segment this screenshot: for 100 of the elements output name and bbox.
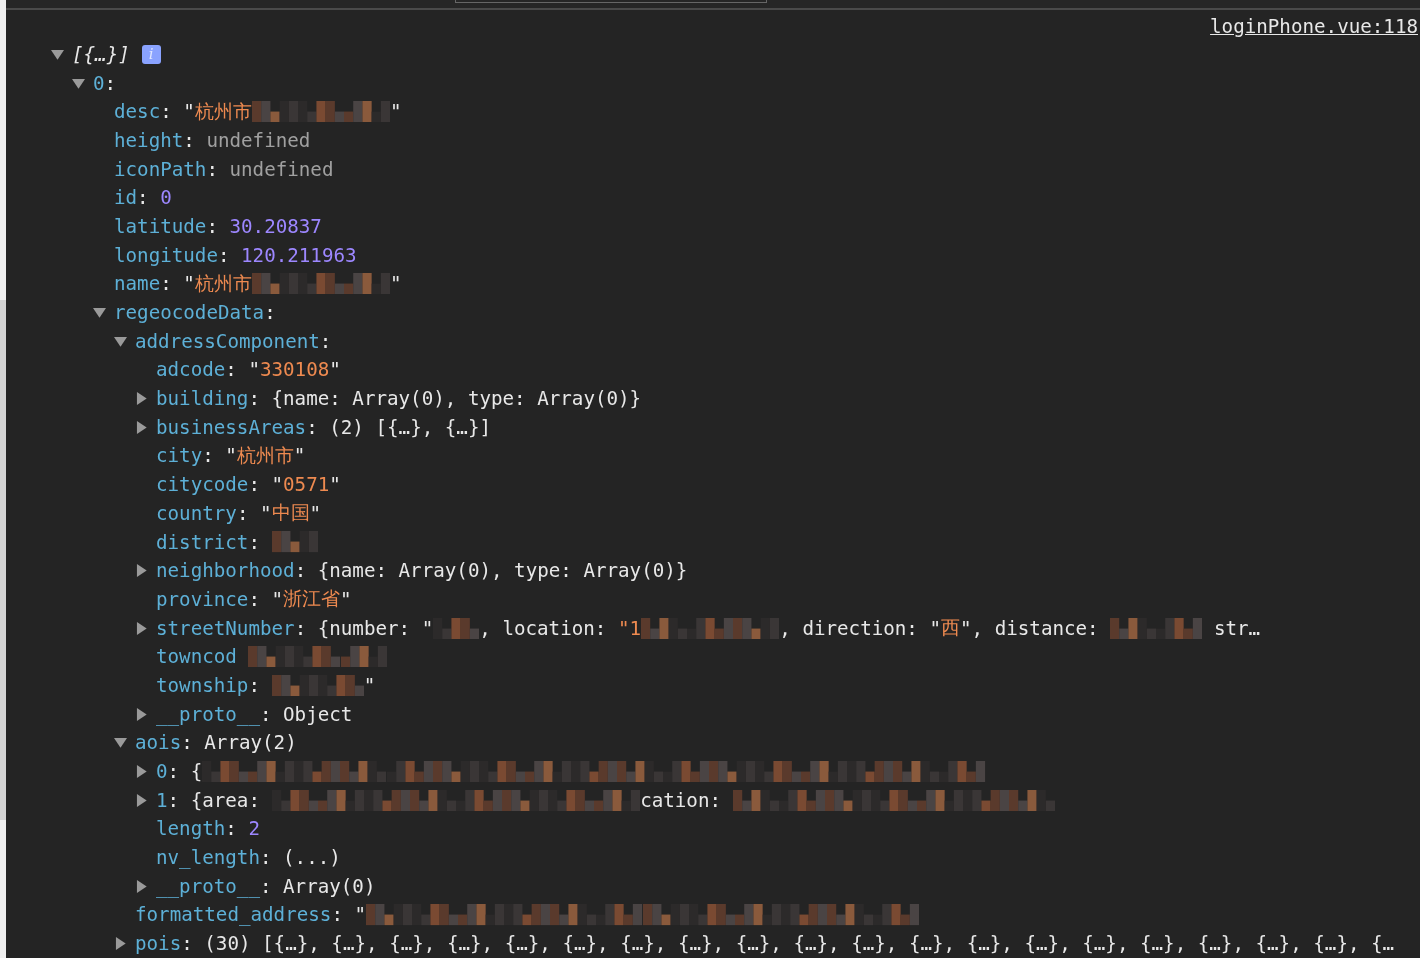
source-link[interactable]: loginPhone.vue:118 (1210, 14, 1420, 38)
redaction-mosaic (596, 904, 643, 926)
redaction-mosaic (548, 789, 595, 811)
string-value: 中国 (271, 500, 310, 527)
expand-arrow-icon[interactable] (135, 765, 148, 779)
value-text: " (259, 501, 272, 525)
redaction-mosaic (1156, 617, 1203, 639)
property-key: id: (114, 186, 149, 210)
value-text: {name: Array(0), type: Array(0)} (271, 387, 642, 411)
expand-arrow-icon[interactable] (135, 392, 148, 406)
expand-arrow-icon[interactable] (114, 937, 127, 951)
value-text: " (329, 358, 341, 382)
value-text: {name: Array(0), type: Array(0)} (317, 559, 688, 583)
redaction-mosaic (202, 760, 249, 783)
redaction-mosaic (478, 760, 525, 783)
redaction-mosaic (340, 760, 387, 783)
string-value: 330108 (259, 358, 330, 382)
redaction-mosaic (733, 617, 780, 639)
property-key: __proto__: (156, 702, 272, 726)
redaction-mosaic (687, 617, 734, 639)
property-key: district: (156, 530, 260, 554)
redaction-mosaic (271, 674, 318, 696)
redaction-mosaic (709, 760, 756, 783)
redaction-mosaic (663, 760, 710, 783)
value-text: {number: " (317, 616, 434, 640)
property-key: latitude: (114, 214, 218, 238)
redaction-mosaic (501, 789, 548, 811)
value-text: {area: (190, 788, 261, 812)
property-key: 1: (156, 788, 180, 812)
redaction-mosaic (642, 904, 689, 926)
redaction-mosaic (893, 760, 940, 783)
string-value: 西 (941, 615, 960, 642)
expand-arrow-icon[interactable] (51, 47, 64, 61)
redaction-mosaic (458, 904, 505, 926)
value-text: " (183, 100, 195, 124)
value-text: " (225, 444, 237, 468)
expand-arrow-icon[interactable] (114, 736, 127, 750)
expand-arrow-icon[interactable] (135, 621, 148, 635)
redaction-mosaic (432, 760, 479, 783)
number-value: 2 (248, 817, 260, 841)
value-text: Object (283, 702, 353, 726)
property-key: __proto__: (156, 874, 272, 898)
property-key: regeocodeData: (114, 301, 276, 325)
string-value: 杭州市 (194, 98, 252, 125)
expand-arrow-icon[interactable] (72, 76, 85, 90)
string-value: "1 (617, 616, 642, 640)
property-key: nv_length: (156, 846, 272, 870)
redaction-mosaic (294, 646, 341, 668)
redaction-mosaic (504, 904, 551, 926)
redaction-mosaic (344, 273, 391, 295)
redaction-mosaic (755, 760, 802, 783)
property-key: aois: (135, 731, 193, 755)
value-text: Array(2) (204, 731, 297, 755)
property-key: city: (156, 444, 214, 468)
redaction-mosaic (317, 789, 364, 811)
property-key: neighborhood: (156, 559, 307, 583)
property-key: 0: (156, 760, 180, 784)
string-value: 浙江省 (283, 586, 341, 613)
redaction-mosaic (732, 789, 779, 811)
value-text: " (354, 903, 367, 927)
expand-arrow-icon[interactable] (93, 306, 106, 320)
property-key: longitude: (114, 243, 230, 267)
redaction-mosaic (248, 760, 295, 783)
property-key: pois: (135, 932, 193, 956)
redaction-mosaic (801, 760, 848, 783)
property-key: citycode: (156, 473, 260, 497)
redaction-mosaic (870, 789, 917, 811)
expand-arrow-icon[interactable] (135, 420, 148, 434)
property-key: iconPath: (114, 157, 218, 181)
property-key: desc: (114, 100, 172, 124)
value-text: " (271, 587, 284, 611)
property-key: towncod (156, 645, 237, 669)
expand-arrow-icon[interactable] (135, 564, 148, 578)
redaction-mosaic (271, 531, 318, 553)
undefined-value: undefined (206, 128, 311, 152)
expand-arrow-icon[interactable] (135, 793, 148, 807)
value-text: { (190, 760, 203, 784)
property-key: province: (156, 587, 260, 611)
value-text: " (271, 473, 284, 497)
value-text: , location: (479, 616, 608, 640)
expand-arrow-icon[interactable] (114, 334, 127, 348)
value-text: " (363, 673, 376, 697)
redaction-mosaic (248, 646, 295, 668)
redaction-mosaic (412, 904, 459, 926)
redaction-mosaic (1009, 789, 1056, 811)
redaction-mosaic (363, 789, 410, 811)
property-key: formatted_address: (135, 903, 343, 927)
expand-arrow-icon[interactable] (135, 879, 148, 893)
value-text: (...) (283, 846, 341, 870)
redaction-mosaic (271, 789, 318, 811)
redaction-mosaic (570, 760, 617, 783)
expand-arrow-icon[interactable] (135, 707, 148, 721)
redaction-mosaic (734, 904, 781, 926)
string-value: 杭州市 (236, 442, 294, 469)
property-key: streetNumber: (156, 616, 307, 640)
redaction-mosaic (778, 789, 825, 811)
value-text: cation: (640, 788, 722, 812)
value-text: " (340, 587, 352, 611)
redaction-mosaic (455, 789, 502, 811)
value-text: " (248, 358, 260, 382)
